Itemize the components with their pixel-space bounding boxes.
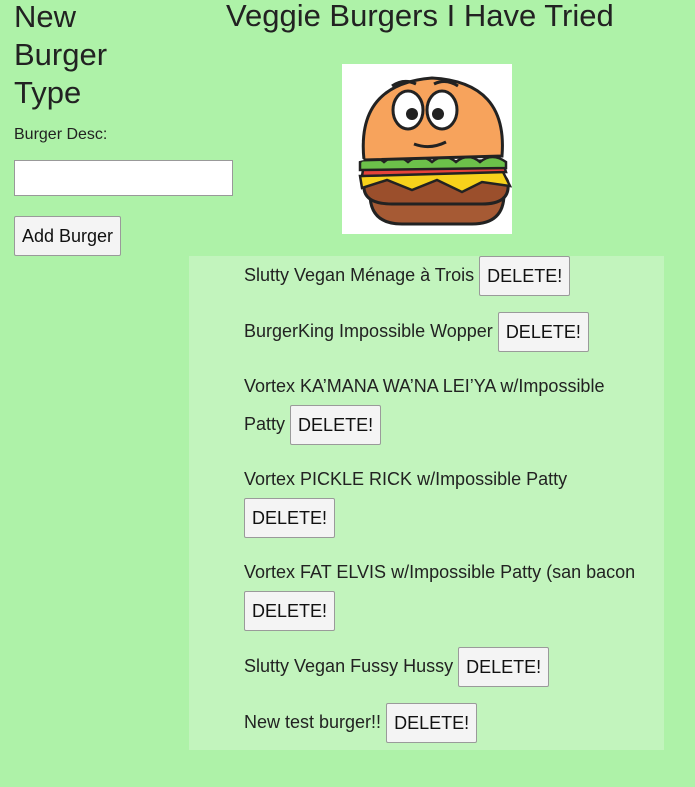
burger-name: Vortex FAT ELVIS w/Impossible Patty (san… xyxy=(244,562,636,582)
delete-button[interactable]: DELETE! xyxy=(386,703,478,743)
burger-list-panel: Slutty Vegan Ménage à Trois DELETE! Burge… xyxy=(189,256,664,750)
list-item: New test burger!! DELETE! xyxy=(244,703,649,743)
burger-image xyxy=(342,64,513,234)
new-burger-heading: New Burger Type xyxy=(14,0,108,110)
burger-name: New test burger!! xyxy=(244,711,382,732)
list-item: Vortex KA’MANA WA’NA LEI’YA w/Impossible… xyxy=(244,368,649,445)
delete-button[interactable]: DELETE! xyxy=(497,312,589,352)
list-item: BurgerKing Impossible Wopper DELETE! xyxy=(244,312,649,352)
burger-name: Vortex PICKLE RICK w/Impossible Patty xyxy=(244,469,568,489)
burger-name: BurgerKing Impossible Wopper xyxy=(244,320,493,341)
delete-button[interactable]: DELETE! xyxy=(290,405,382,445)
delete-button[interactable]: DELETE! xyxy=(244,591,336,631)
add-burger-button[interactable]: Add Burger xyxy=(14,216,122,256)
list-item: Slutty Vegan Ménage à Trois DELETE! xyxy=(244,256,649,296)
delete-button[interactable]: DELETE! xyxy=(479,256,571,296)
cartoon-burger-icon xyxy=(346,76,513,226)
delete-button[interactable]: DELETE! xyxy=(244,498,336,538)
burger-desc-label: Burger Desc: xyxy=(14,126,108,143)
burger-list: Slutty Vegan Ménage à Trois DELETE! Burge… xyxy=(244,256,649,759)
burger-name: Slutty Vegan Fussy Hussy xyxy=(244,655,454,676)
burger-name: Slutty Vegan Ménage à Trois xyxy=(244,264,475,285)
list-item: Slutty Vegan Fussy Hussy DELETE! xyxy=(244,647,649,687)
list-item: Vortex PICKLE RICK w/Impossible Patty DE… xyxy=(244,461,649,538)
page-title: Veggie Burgers I Have Tried xyxy=(226,0,614,33)
list-item: Vortex FAT ELVIS w/Impossible Patty (san… xyxy=(244,554,649,631)
burger-desc-input[interactable] xyxy=(14,160,233,196)
page: New Burger Type Burger Desc: Add Burger … xyxy=(0,0,695,787)
delete-button[interactable]: DELETE! xyxy=(458,647,550,687)
